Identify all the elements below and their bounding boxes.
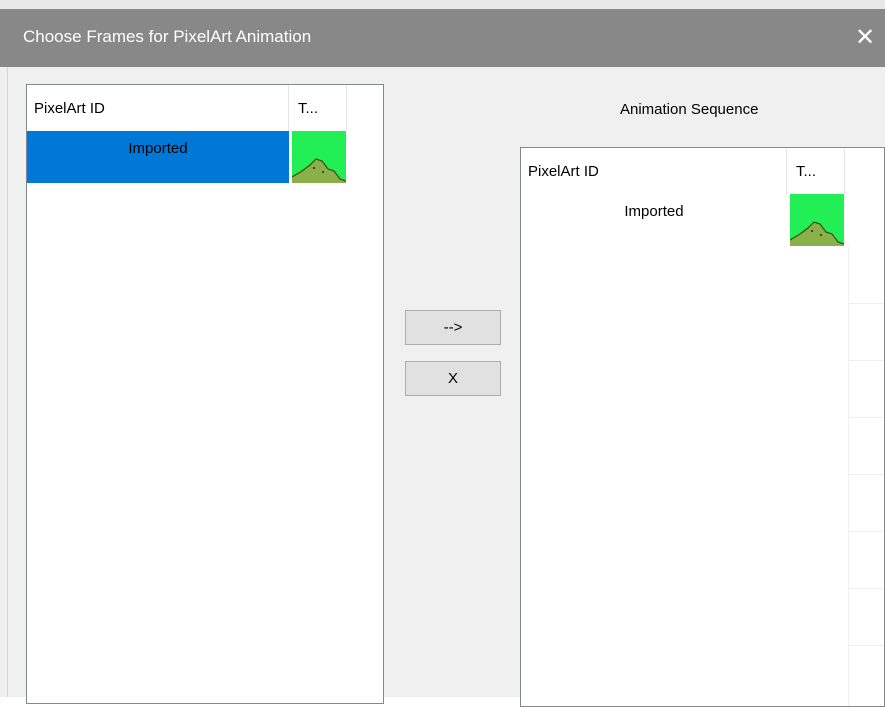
row-divider bbox=[849, 417, 884, 418]
list-item-label[interactable]: Imported bbox=[521, 194, 787, 246]
animation-sequence-list[interactable]: PixelArt ID T... Imported bbox=[520, 147, 885, 707]
animation-sequence-label: Animation Sequence bbox=[620, 101, 759, 118]
close-icon: ✕ bbox=[854, 24, 876, 51]
column-header-pixelart-id[interactable]: PixelArt ID bbox=[27, 85, 289, 131]
window-title: Choose Frames for PixelArt Animation bbox=[23, 27, 312, 46]
remove-frame-button[interactable]: X bbox=[405, 361, 501, 396]
column-header-thumbnail[interactable]: T... bbox=[289, 85, 347, 131]
row-divider bbox=[849, 360, 884, 361]
window-border bbox=[0, 67, 8, 697]
close-button[interactable]: ✕ bbox=[845, 9, 885, 67]
column-header-thumbnail[interactable]: T... bbox=[787, 148, 845, 194]
list-header: PixelArt ID T... bbox=[521, 148, 845, 194]
row-divider bbox=[849, 645, 884, 646]
row-divider bbox=[849, 474, 884, 475]
thumbnail-cell[interactable] bbox=[289, 131, 347, 183]
thumbnail-cell[interactable] bbox=[787, 194, 845, 246]
empty-rows-area bbox=[848, 246, 884, 706]
title-bar[interactable]: Choose Frames for PixelArt Animation ✕ bbox=[0, 9, 885, 67]
list-item-label[interactable]: Imported bbox=[27, 131, 289, 183]
dialog-body: PixelArt ID T... Imported --> X Animatio… bbox=[8, 67, 885, 707]
row-divider bbox=[849, 303, 884, 304]
row-divider bbox=[849, 588, 884, 589]
list-item[interactable]: Imported bbox=[521, 194, 845, 246]
column-header-pixelart-id[interactable]: PixelArt ID bbox=[521, 148, 787, 194]
available-frames-list[interactable]: PixelArt ID T... Imported bbox=[26, 84, 384, 704]
row-divider bbox=[849, 531, 884, 532]
list-item[interactable]: Imported bbox=[27, 131, 347, 183]
mountain-thumbnail-icon bbox=[790, 194, 844, 246]
list-header: PixelArt ID T... bbox=[27, 85, 347, 131]
add-frame-button[interactable]: --> bbox=[405, 310, 501, 345]
desktop-background bbox=[0, 0, 885, 9]
mountain-thumbnail-icon bbox=[292, 131, 346, 183]
